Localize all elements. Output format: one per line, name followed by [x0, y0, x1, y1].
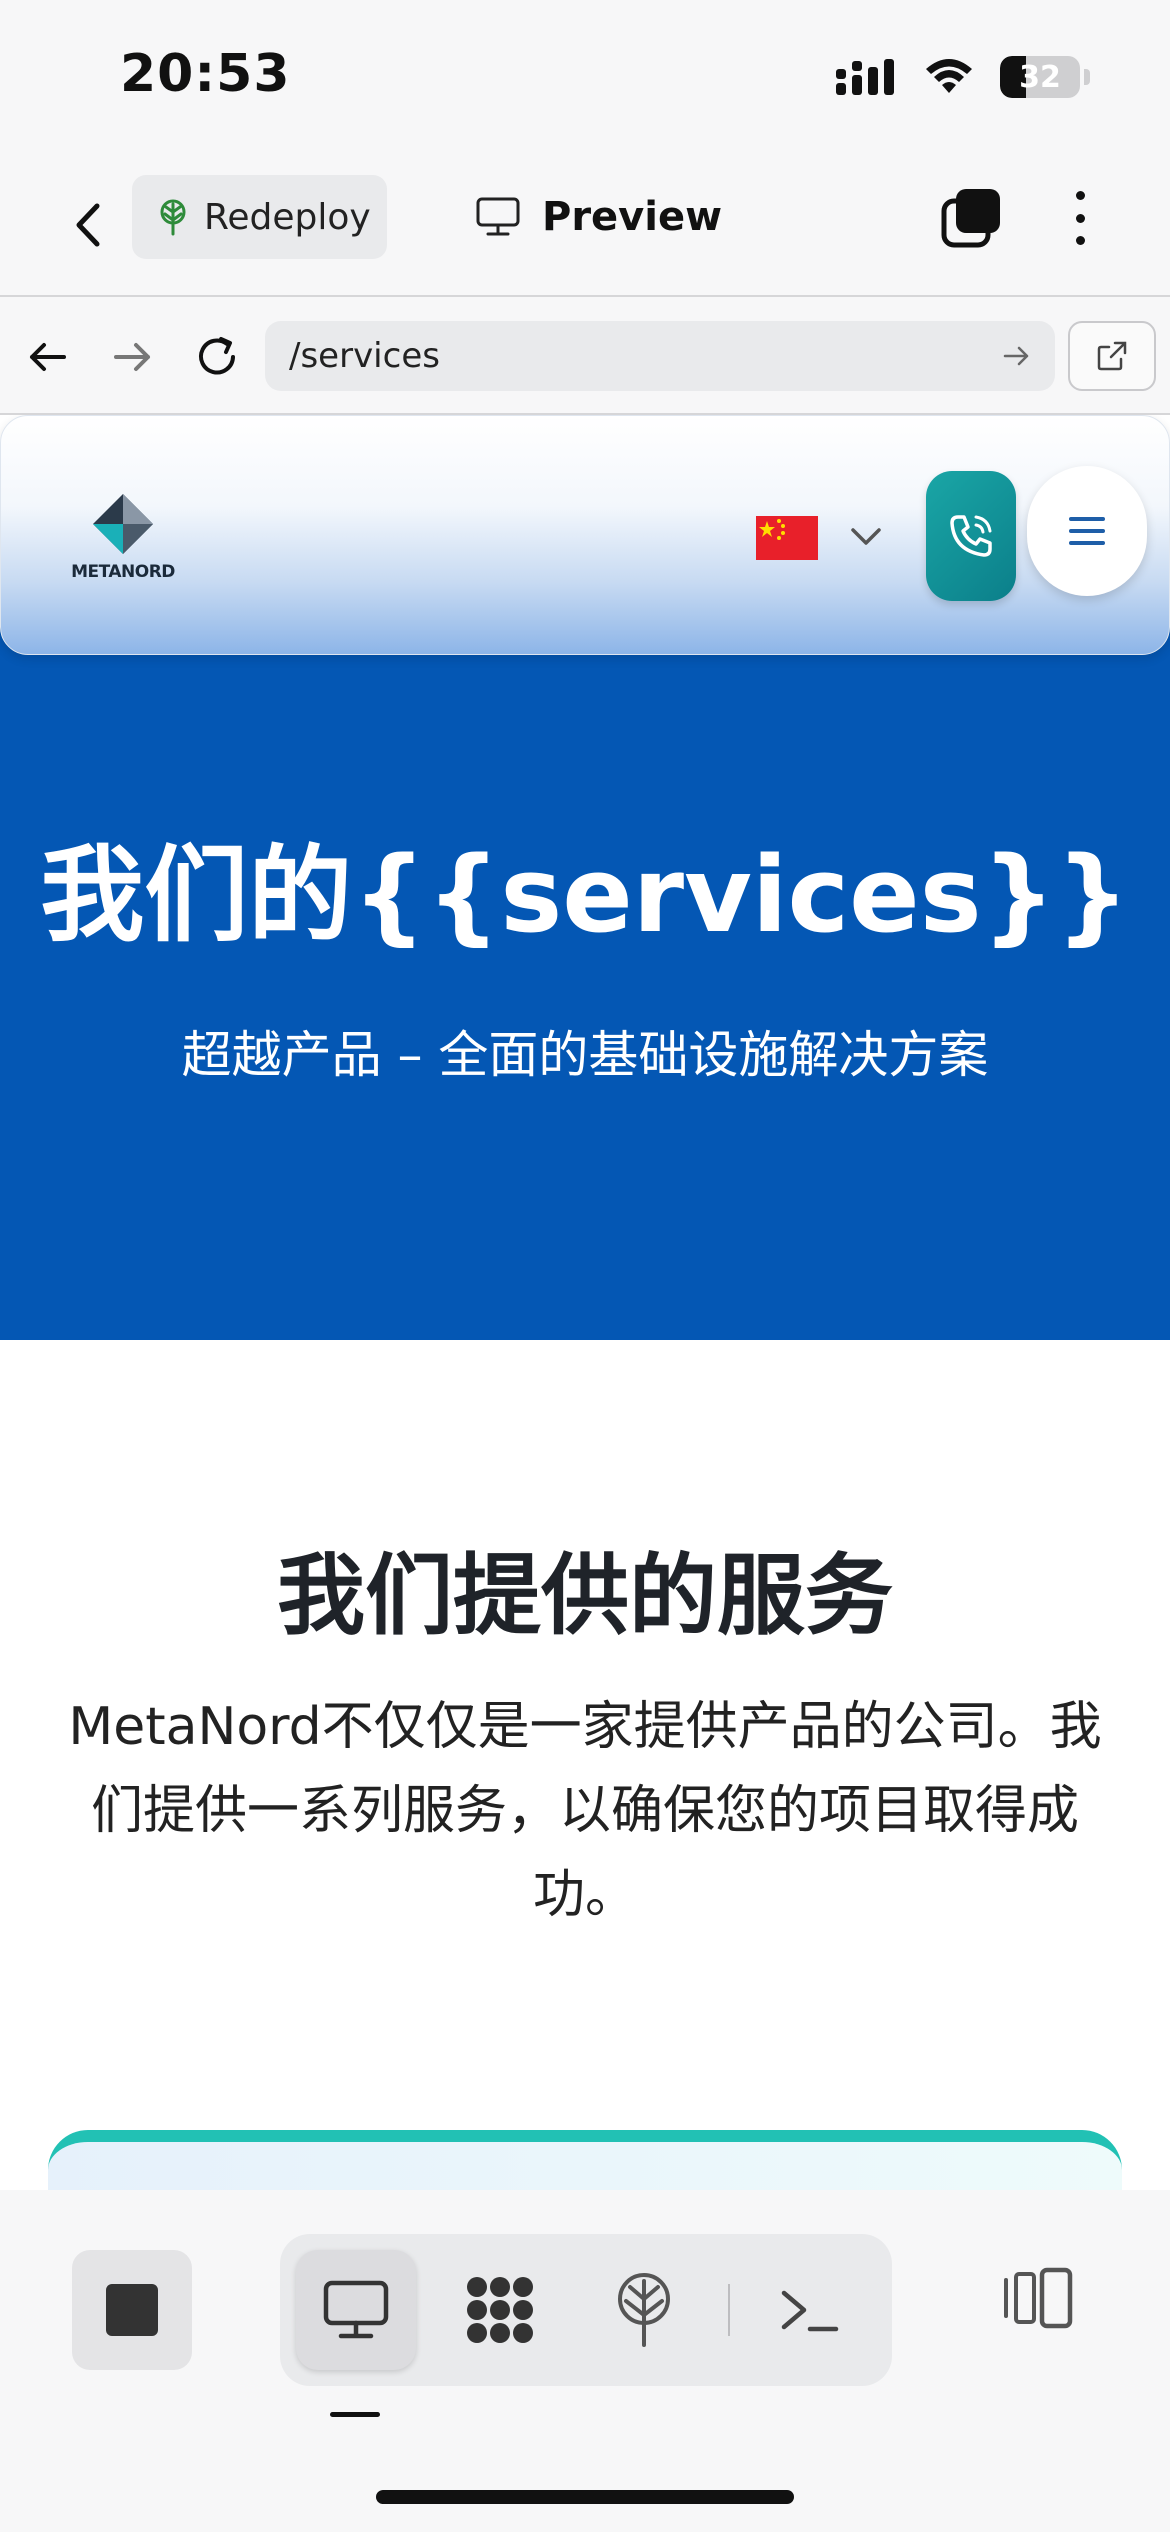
bottom-toolbar — [0, 2190, 1170, 2532]
stop-icon — [106, 2284, 158, 2336]
china-flag-icon[interactable] — [756, 516, 818, 560]
service-card[interactable] — [48, 2130, 1122, 2190]
hamburger-icon — [1069, 517, 1105, 545]
browser-bar: /services — [0, 295, 1170, 415]
deploy-view-button[interactable] — [584, 2250, 704, 2370]
services-description: MetaNord不仅仅是一家提供产品的公司。我们提供一系列服务，以确保您的项目取… — [68, 1697, 1102, 1925]
terminal-view-button[interactable] — [750, 2250, 870, 2370]
active-tab-indicator — [330, 2412, 380, 2417]
logo-text: METANORD — [71, 562, 175, 582]
external-link-icon — [1097, 341, 1127, 371]
hero-title: 我们的{{services}} — [40, 834, 1130, 956]
site-header: METANORD — [0, 415, 1170, 655]
tree-icon — [160, 199, 186, 236]
back-icon — [76, 203, 100, 247]
hero-section: 我们的{{services}} 超越产品 – 全面的基础设施解决方案 — [0, 615, 1170, 1340]
deploy-icon — [618, 2273, 670, 2347]
back-button[interactable] — [58, 195, 118, 255]
desktop-icon — [323, 2280, 389, 2339]
terminal-icon — [781, 2290, 839, 2332]
battery-tip — [1084, 69, 1090, 85]
metanord-logo[interactable]: METANORD — [63, 494, 183, 582]
preview-label: Preview — [542, 194, 723, 240]
chevron-down-icon[interactable] — [849, 524, 883, 550]
hero-subtitle: 超越产品 – 全面的基础设施解决方案 — [181, 1026, 989, 1084]
redeploy-button[interactable]: Redeploy — [132, 175, 387, 259]
call-button[interactable] — [926, 471, 1016, 601]
reload-icon[interactable] — [193, 333, 241, 381]
apps-icon — [467, 2277, 533, 2343]
wifi-icon — [926, 59, 972, 93]
menu-button[interactable] — [1027, 466, 1147, 596]
preview-title: Preview — [476, 185, 722, 249]
battery-level: 32 — [1019, 60, 1061, 95]
website-viewport: METANORD 我们的{{services}} 超越产品 – 全面的基础设施解… — [0, 415, 1170, 2190]
home-indicator[interactable] — [376, 2490, 794, 2504]
tabs-icon[interactable] — [940, 187, 1002, 249]
desktop-view-button[interactable] — [296, 2250, 416, 2370]
go-icon[interactable] — [1001, 341, 1031, 371]
more-icon[interactable] — [1060, 187, 1100, 249]
arrow-right-icon[interactable] — [108, 333, 156, 381]
app-toolbar: Redeploy Preview — [0, 165, 1170, 295]
segment-divider — [728, 2284, 730, 2336]
arrow-left-icon[interactable] — [24, 333, 72, 381]
url-text: /services — [289, 336, 440, 376]
battery-icon: 32 — [1000, 56, 1080, 98]
url-field[interactable]: /services — [265, 321, 1055, 391]
view-switcher — [280, 2234, 892, 2386]
monitor-icon — [476, 197, 520, 236]
status-icons: 32 — [836, 52, 1090, 102]
split-view-icon[interactable] — [1000, 2260, 1076, 2336]
open-external-button[interactable] — [1068, 321, 1156, 391]
logo-mark-icon — [93, 494, 153, 554]
services-heading: 我们提供的服务 — [276, 1544, 893, 1647]
redeploy-label: Redeploy — [204, 196, 371, 238]
signal-icon — [836, 59, 894, 95]
apps-view-button[interactable] — [440, 2250, 560, 2370]
stop-button[interactable] — [72, 2250, 192, 2370]
status-time: 20:53 — [120, 44, 291, 104]
phone-icon — [950, 515, 992, 557]
